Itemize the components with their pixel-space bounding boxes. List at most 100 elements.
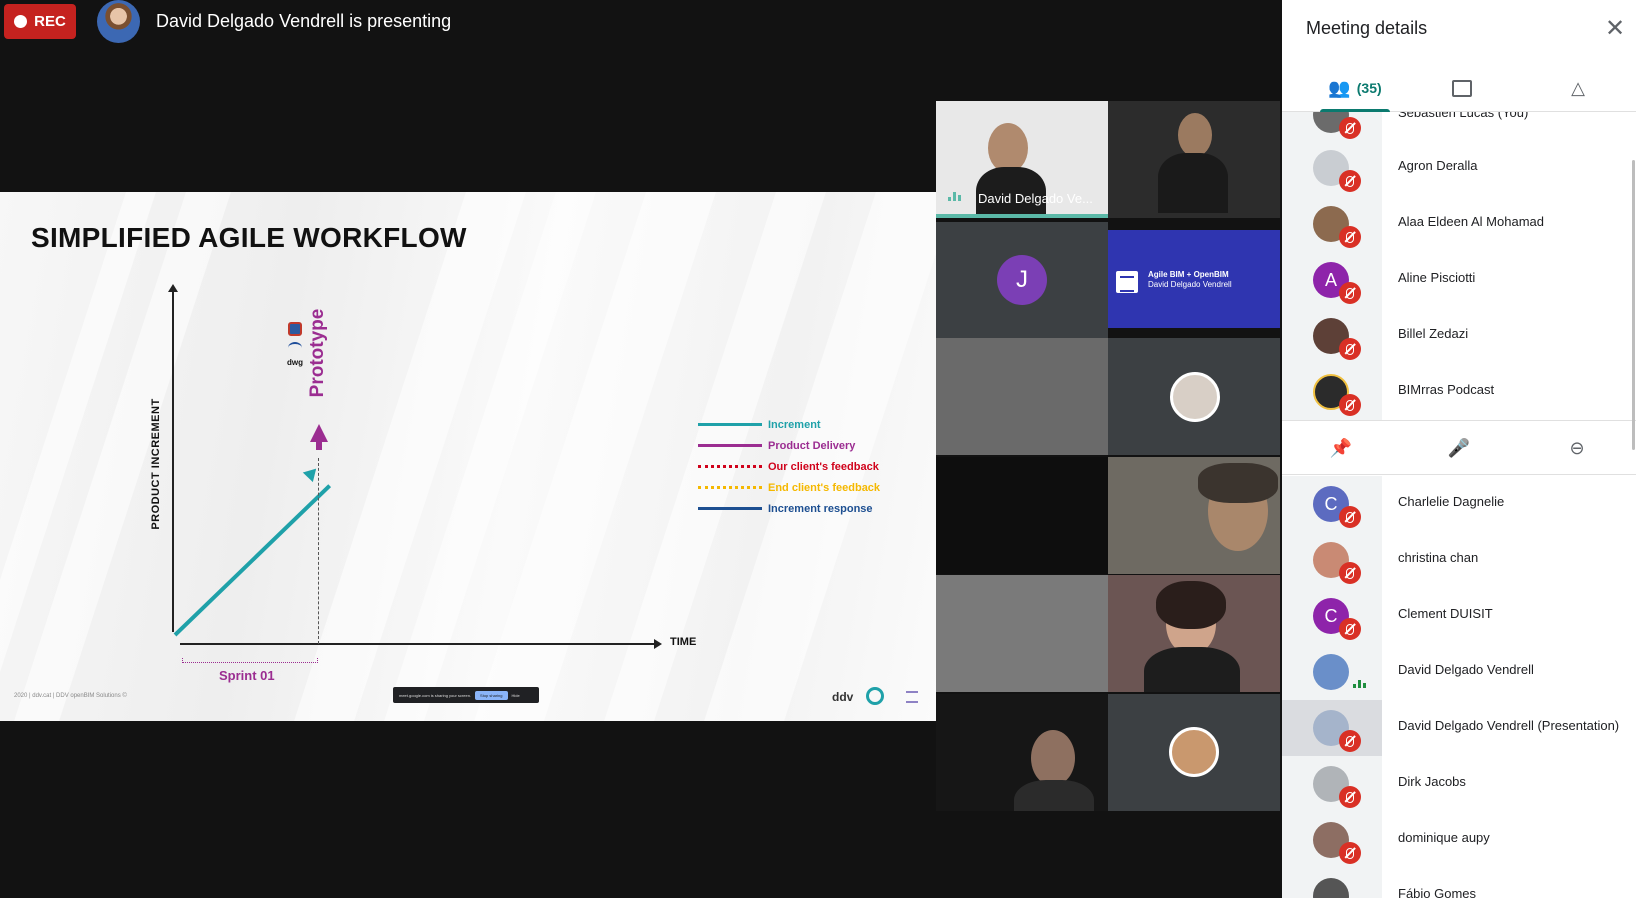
pin-icon[interactable]: 📌 xyxy=(1328,435,1354,461)
dwg-label: dwg xyxy=(287,358,303,367)
y-axis xyxy=(168,284,178,632)
video-tile[interactable] xyxy=(1108,338,1280,455)
list-item[interactable]: David Delgado Vendrell xyxy=(1282,644,1636,700)
list-item[interactable]: Agron Deralla xyxy=(1282,140,1636,196)
mic-off-icon xyxy=(1339,842,1361,864)
mic-off-icon xyxy=(1339,170,1361,192)
legend-swatch xyxy=(698,423,762,426)
participant-name: BIMrras Podcast xyxy=(1398,382,1495,397)
list-item[interactable]: Dirk Jacobs xyxy=(1282,756,1636,812)
people-count: (35) xyxy=(1356,80,1382,96)
ifc-icon xyxy=(288,322,302,336)
participant-name: Clement DUISIT xyxy=(1398,606,1493,621)
legend-swatch xyxy=(698,507,762,510)
slide-footer: 2020 | ddv.cat | DDV openBIM Solutions © xyxy=(14,693,127,699)
video-tile[interactable] xyxy=(1108,101,1280,218)
video-tile[interactable] xyxy=(1108,694,1280,811)
legend-item: Product Delivery xyxy=(698,435,880,456)
list-item[interactable]: Alaa Eldeen Al Mohamad xyxy=(1282,196,1636,252)
presenting-banner: David Delgado Vendrell is presenting xyxy=(156,11,452,31)
video-tile[interactable] xyxy=(936,457,1108,574)
sprint-label: Sprint 01 xyxy=(219,668,275,683)
list-item[interactable]: Billel Zedazi xyxy=(1282,308,1636,364)
participant-name: Aline Pisciotti xyxy=(1398,270,1476,285)
participant-name: christina chan xyxy=(1398,550,1479,565)
video-tile[interactable] xyxy=(1108,575,1280,692)
screen-share-bar: meet.google.com is sharing your screen. … xyxy=(393,687,539,703)
list-item[interactable]: Fábio Gomes xyxy=(1282,868,1636,898)
speaking-indicator-icon xyxy=(948,191,966,201)
prototype-label: Prototype xyxy=(307,308,328,398)
participant-name: David Delgado Vendrell (Presentation) xyxy=(1398,718,1620,733)
participant-name: dominique aupy xyxy=(1398,830,1490,845)
sprint-brace xyxy=(182,658,318,663)
legend-swatch xyxy=(698,444,762,447)
y-axis-label: PRODUCT INCREMENT xyxy=(150,398,162,530)
speaking-indicator-icon xyxy=(1353,680,1366,688)
mic-off-icon xyxy=(1339,338,1361,360)
sprint-end-marker xyxy=(318,458,319,644)
format-icons: dwg xyxy=(285,322,305,367)
list-item[interactable]: David Delgado Vendrell (Presentation) xyxy=(1282,700,1636,756)
x-axis xyxy=(180,639,662,649)
video-tile[interactable] xyxy=(936,575,1108,692)
list-item[interactable]: A Aline Pisciotti xyxy=(1282,252,1636,308)
people-icon: 👥 xyxy=(1328,77,1351,98)
presenter-avatar xyxy=(97,0,140,43)
video-tile[interactable] xyxy=(1108,457,1280,574)
ddv-circle-icon xyxy=(866,687,884,705)
participant-name: Charlelie Dagnelie xyxy=(1398,494,1505,509)
x-axis-label: TIME xyxy=(670,636,697,648)
mute-icon[interactable]: 🎤 xyxy=(1446,435,1472,461)
list-item[interactable]: C Clement DUISIT xyxy=(1282,588,1636,644)
meeting-details-panel: Meeting details ✕ 👥 (35) △ Sebastien Luc… xyxy=(1282,0,1636,898)
participant-list: Sebastien Lucas (You) Agron Deralla Alaa… xyxy=(1282,112,1636,898)
avatar xyxy=(1313,878,1349,898)
presentation-line2: David Delgado Vendrell xyxy=(1148,279,1232,289)
mic-off-icon xyxy=(1339,226,1361,248)
record-dot-icon xyxy=(14,15,28,28)
list-item[interactable]: dominique aupy xyxy=(1282,812,1636,868)
list-item[interactable]: BIMrras Podcast xyxy=(1282,364,1636,420)
list-item[interactable]: Sebastien Lucas (You) xyxy=(1282,112,1636,143)
shared-screen-slide: SIMPLIFIED AGILE WORKFLOW PRODUCT INCREM… xyxy=(0,192,936,721)
video-tile-avatar[interactable]: J xyxy=(936,222,1108,339)
panel-tabs: 👥 (35) △ xyxy=(1282,64,1636,112)
legend-label: Our client's feedback xyxy=(768,460,879,473)
tab-people[interactable]: 👥 (35) xyxy=(1306,64,1404,112)
video-tile[interactable] xyxy=(936,338,1108,455)
participant-actions: 📌 🎤 ⊖ xyxy=(1282,420,1636,475)
ddv-lines-icon xyxy=(906,691,918,703)
list-item[interactable]: christina chan xyxy=(1282,532,1636,588)
mic-off-icon xyxy=(1339,506,1361,528)
legend-label: Increment xyxy=(768,418,821,431)
video-tile[interactable] xyxy=(936,694,1108,811)
slide-title: SIMPLIFIED AGILE WORKFLOW xyxy=(31,222,467,253)
remove-icon[interactable]: ⊖ xyxy=(1564,435,1590,461)
legend-item: Increment response xyxy=(698,498,880,519)
participant-name: Billel Zedazi xyxy=(1398,326,1469,341)
hide-button: Hide xyxy=(511,692,520,698)
presentation-title: Agile BIM + OpenBIM David Delgado Vendre… xyxy=(1148,270,1232,289)
tab-chat[interactable] xyxy=(1422,64,1502,112)
video-tile-speaker[interactable]: David Delgado Ve... xyxy=(936,101,1108,218)
avatar xyxy=(1313,654,1349,690)
video-tile-presentation[interactable]: Agile BIM + OpenBIM David Delgado Vendre… xyxy=(1108,230,1280,328)
presentation-line1: Agile BIM + OpenBIM xyxy=(1148,270,1229,279)
mic-off-icon xyxy=(1339,282,1361,304)
participant-name: Alaa Eldeen Al Mohamad xyxy=(1398,214,1544,229)
mic-off-icon xyxy=(1339,730,1361,752)
recording-badge: REC xyxy=(4,4,76,39)
panel-scrollbar[interactable] xyxy=(1632,160,1635,450)
participant-avatar: J xyxy=(997,255,1047,305)
participant-name: Sebastien Lucas (You) xyxy=(1398,112,1529,120)
share-bar-text: meet.google.com is sharing your screen. xyxy=(399,692,472,698)
mic-off-icon xyxy=(1339,117,1361,139)
tab-activities[interactable]: △ xyxy=(1538,64,1618,112)
legend-item: End client's feedback xyxy=(698,477,880,498)
ddv-logo: ddv xyxy=(832,690,854,704)
tile-participant-name: David Delgado Ve... xyxy=(978,191,1093,206)
close-icon[interactable]: ✕ xyxy=(1602,16,1628,42)
list-item[interactable]: C Charlelie Dagnelie xyxy=(1282,476,1636,532)
stop-sharing-button: Stop sharing xyxy=(475,690,508,700)
